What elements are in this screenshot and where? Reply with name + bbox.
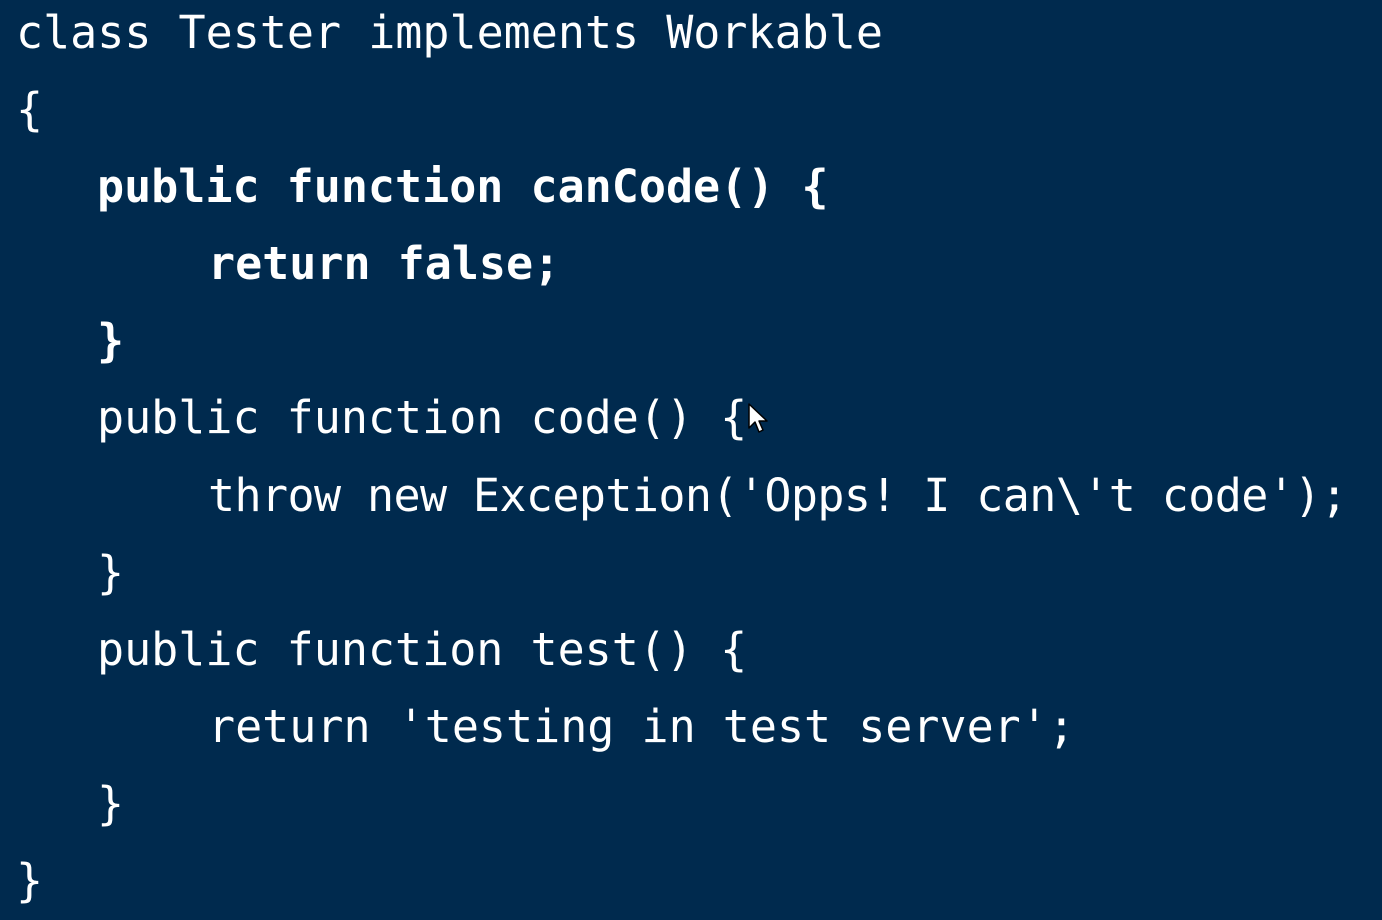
code-line-cancode-signature: public function canCode() {: [97, 160, 829, 213]
code-line-code-throw: throw new Exception('Opps! I can\'t code…: [208, 469, 1348, 522]
code-line-test-return: return 'testing in test server';: [208, 700, 1075, 753]
code-line-test-close-brace: }: [97, 777, 125, 830]
code-line-cancode-return: return false;: [208, 237, 561, 290]
code-line-code-signature: public function code() {: [97, 391, 748, 444]
code-line-class-close-brace: }: [16, 854, 44, 907]
code-line-cancode-close-brace: }: [97, 314, 125, 367]
mouse-pointer-icon: [748, 403, 768, 433]
code-line-code-close-brace: }: [97, 546, 125, 599]
code-line-class-open-brace: {: [16, 83, 44, 136]
code-editor[interactable]: class Tester implements Workable { publi…: [0, 0, 1382, 920]
code-line-test-signature: public function test() {: [97, 623, 748, 676]
code-line-class-declaration: class Tester implements Workable: [16, 6, 883, 59]
